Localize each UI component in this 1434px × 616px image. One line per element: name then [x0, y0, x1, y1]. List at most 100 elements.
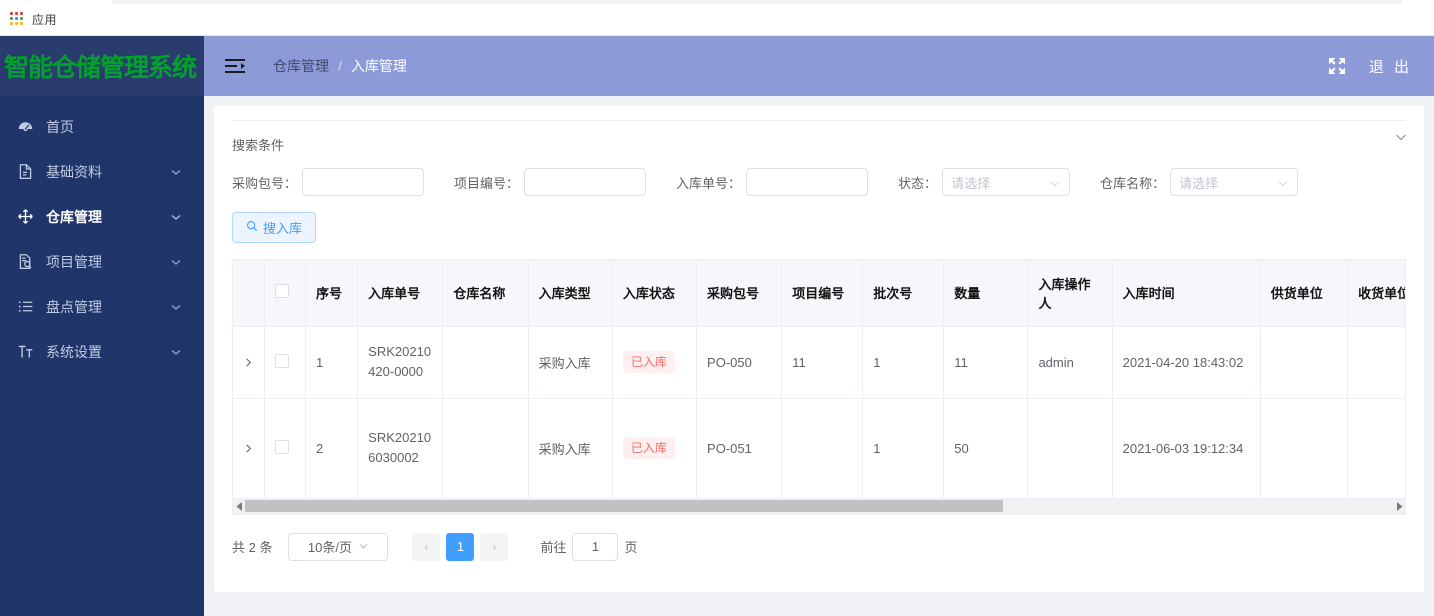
row-select-cell[interactable] [264, 398, 306, 499]
breadcrumb-parent[interactable]: 仓库管理 [273, 56, 329, 76]
sidebar-menu: 首页 基础资料 仓库管理 项目管理 盘点管理 系统设置 [0, 96, 204, 374]
filter-status: 状态： 请选择 [898, 168, 1071, 196]
sidebar-item-system-settings[interactable]: 系统设置 [0, 329, 204, 374]
cell-supplier [1260, 326, 1349, 399]
cell-in-status: 已入库 [612, 398, 698, 499]
jump-prefix-label: 前往 [540, 540, 567, 555]
cell-index: 1 [305, 326, 359, 399]
package-no-input[interactable] [302, 168, 425, 196]
filter-package-no-label: 采购包号： [232, 175, 298, 191]
next-page-button[interactable]: › [480, 532, 509, 561]
filter-project-no-label: 项目编号： [454, 175, 520, 191]
page-size-value: 10条/页 [307, 540, 352, 555]
table-row[interactable]: 2 SRK202106030002 采购入库 已入库 PO-051 1 50 2… [233, 398, 1405, 499]
filter-order-no-label: 入库单号： [676, 175, 742, 191]
select-all-checkbox[interactable] [275, 284, 290, 299]
header-supplier: 供货单位 [1260, 260, 1349, 327]
pagination-jump: 前往 页 [540, 532, 638, 561]
cell-batch-no: 1 [862, 398, 945, 499]
scroll-right-icon[interactable] [1393, 499, 1405, 513]
header-package-no: 采购包号 [696, 260, 783, 327]
status-select[interactable]: 请选择 [942, 168, 1071, 196]
text-size-icon [14, 341, 36, 363]
sidebar-item-system-settings-label: 系统设置 [46, 343, 102, 360]
dashboard-icon [14, 116, 36, 138]
table-row[interactable]: 1 SRK20210420-0000 采购入库 已入库 PO-050 11 1 … [233, 326, 1405, 399]
search-inbound-button[interactable]: 搜入库 [232, 212, 317, 243]
cell-in-type: 采购入库 [528, 398, 613, 499]
row-select-cell[interactable] [264, 326, 306, 399]
chevron-down-icon [1277, 176, 1289, 188]
cell-qty: 11 [943, 326, 1029, 399]
status-badge: 已入库 [622, 351, 675, 373]
sidebar-item-project-label: 项目管理 [46, 253, 102, 270]
table-header-row: 序号 入库单号 仓库名称 入库类型 入库状态 采购包号 项目编号 批次号 数量 … [233, 260, 1405, 327]
row-checkbox[interactable] [275, 353, 290, 368]
page-button-1[interactable]: 1 [446, 532, 475, 561]
prev-page-button[interactable]: ‹ [412, 532, 441, 561]
sidebar-item-inventory-check-label: 盘点管理 [46, 298, 102, 315]
cell-order-no: SRK202106030002 [357, 398, 444, 499]
cell-time: 2021-04-20 18:43:02 [1112, 326, 1261, 399]
sidebar-item-basic-data[interactable]: 基础资料 [0, 149, 204, 194]
cell-batch-no: 1 [862, 326, 945, 399]
row-expand-cell[interactable] [233, 326, 266, 399]
sidebar-item-home[interactable]: 首页 [0, 104, 204, 149]
top-header: 仓库管理 / 入库管理 退 出 [204, 36, 1434, 96]
header-batch-no: 批次号 [862, 260, 945, 327]
status-select-value: 请选择 [951, 175, 991, 191]
apps-grid-icon [10, 12, 24, 26]
row-checkbox[interactable] [275, 439, 290, 454]
scroll-left-icon[interactable] [233, 499, 245, 513]
filter-warehouse-name: 仓库名称： 请选择 [1100, 168, 1299, 196]
search-inbound-button-label: 搜入库 [263, 221, 303, 236]
bookmark-apps[interactable]: 应用 [6, 8, 61, 30]
chevron-down-icon [170, 210, 184, 224]
header-expand [233, 260, 266, 327]
app-logo-title: 智能仓储管理系统 [4, 53, 197, 82]
row-expand-cell[interactable] [233, 398, 266, 499]
chevron-down-icon [170, 300, 184, 314]
cell-order-no: SRK20210420-0000 [357, 326, 444, 399]
sidebar-item-inventory-check[interactable]: 盘点管理 [0, 284, 204, 329]
sidebar-item-project[interactable]: 项目管理 [0, 239, 204, 284]
search-icon [246, 220, 258, 235]
scrollbar-track[interactable] [245, 499, 1393, 513]
header-in-status: 入库状态 [612, 260, 698, 327]
app-logo: 智能仓储管理系统 [0, 36, 204, 96]
chevron-down-icon[interactable] [1394, 130, 1408, 144]
scrollbar-thumb[interactable] [245, 500, 1003, 512]
cell-qty: 50 [943, 398, 1029, 499]
sidebar-item-warehouse[interactable]: 仓库管理 [0, 194, 204, 239]
jump-page-input[interactable] [572, 532, 619, 561]
cell-package-no: PO-051 [696, 398, 783, 499]
sidebar-item-home-label: 首页 [46, 118, 74, 135]
pagination-buttons: ‹ 1 › [412, 532, 509, 561]
list-icon [14, 296, 36, 318]
fullscreen-icon[interactable] [1327, 56, 1347, 76]
filter-warehouse-name-label: 仓库名称： [1100, 175, 1166, 191]
filter-project-no: 项目编号： [454, 168, 647, 196]
header-actions: 退 出 [1327, 56, 1434, 77]
table-horizontal-scrollbar[interactable] [232, 498, 1406, 515]
chevron-down-icon [358, 539, 369, 554]
chevron-down-icon [1049, 176, 1061, 188]
header-in-type: 入库类型 [528, 260, 613, 327]
cell-index: 2 [305, 398, 359, 499]
cell-receiver [1347, 398, 1405, 499]
chevron-right-icon[interactable] [243, 356, 255, 368]
logout-button[interactable]: 退 出 [1369, 56, 1412, 77]
search-panel-title: 搜索条件 [232, 138, 285, 153]
cell-operator: admin [1027, 326, 1113, 399]
project-no-input[interactable] [524, 168, 647, 196]
chevron-right-icon[interactable] [243, 442, 255, 454]
browser-tab-strip [112, 0, 1402, 4]
cell-time: 2021-06-03 19:12:34 [1112, 398, 1261, 499]
fold-menu-icon[interactable] [221, 52, 249, 80]
browser-bookmarks-bar: 应用 [0, 0, 1434, 36]
order-no-input[interactable] [746, 168, 869, 196]
warehouse-select[interactable]: 请选择 [1170, 168, 1299, 196]
page-size-select[interactable]: 10条/页 [288, 532, 389, 561]
search-panel: 搜索条件 采购包号： 项目编号： 入库单号： 状态： 请选择 仓库名称： 请选择… [214, 106, 1424, 243]
cell-in-type: 采购入库 [528, 326, 613, 399]
